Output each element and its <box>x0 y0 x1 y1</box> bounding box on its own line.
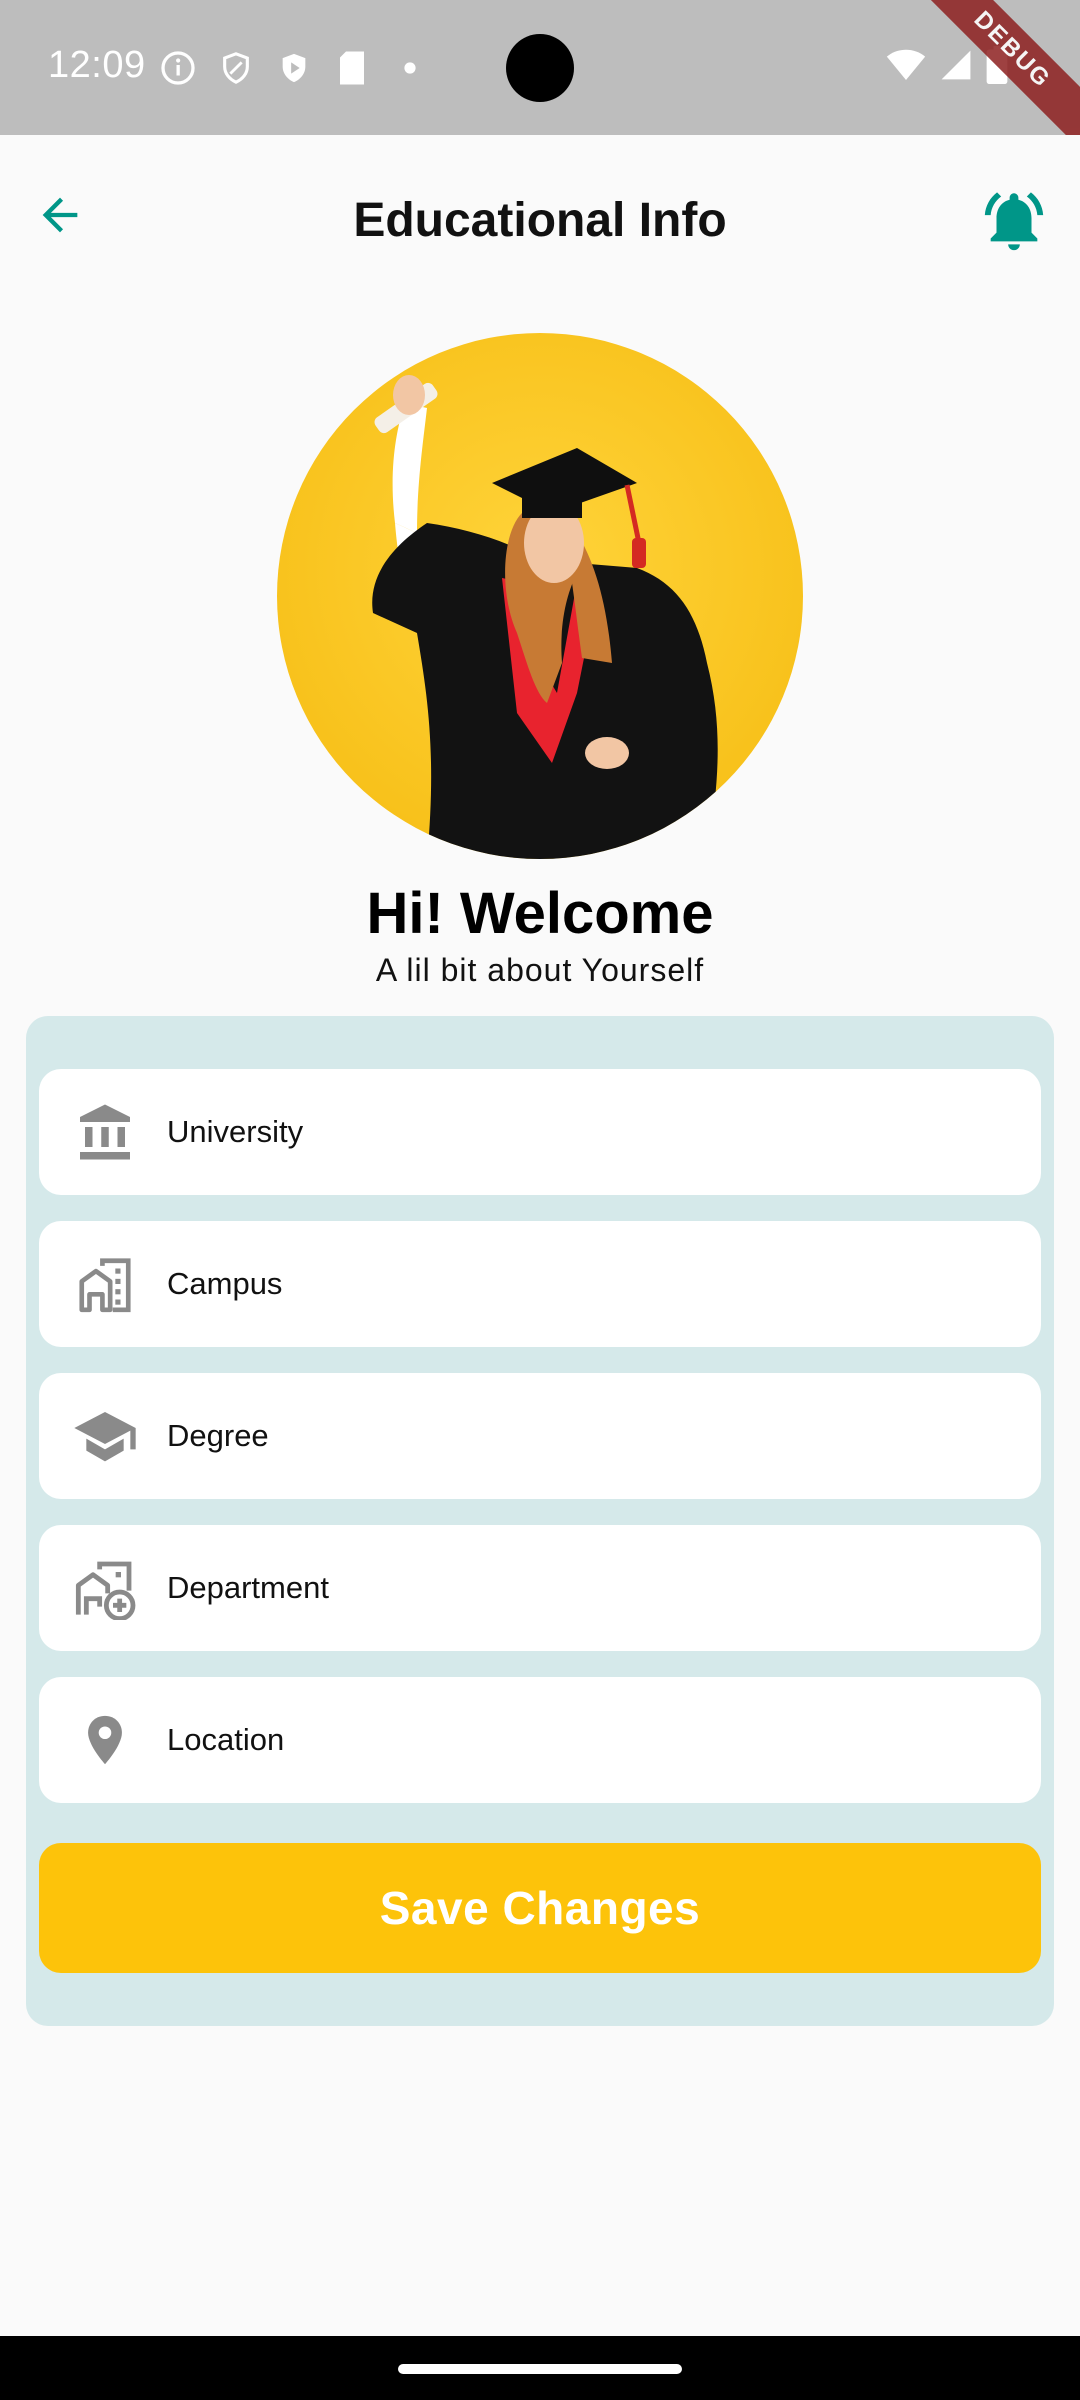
notification-bell-icon <box>979 186 1049 261</box>
university-label: University <box>167 1114 304 1149</box>
profile-avatar[interactable] <box>277 333 803 859</box>
status-icons-left <box>160 48 428 88</box>
welcome-title: Hi! Welcome <box>366 881 714 946</box>
buildings-icon <box>73 1252 137 1316</box>
school-icon <box>73 1404 137 1468</box>
system-nav-bar <box>0 2336 1080 2400</box>
location-label: Location <box>167 1722 285 1757</box>
signal-icon <box>940 48 972 87</box>
app-bar: Educational Info <box>0 135 1080 305</box>
save-changes-button[interactable]: Save Changes <box>39 1843 1041 1973</box>
campus-label: Campus <box>167 1266 283 1301</box>
degree-field[interactable]: Degree <box>39 1373 1041 1499</box>
dot-icon <box>392 50 428 86</box>
graduate-photo <box>372 375 718 859</box>
status-time: 12:09 <box>48 44 146 86</box>
educational-info-form: University Campus Degree Department Loca… <box>26 1016 1054 2026</box>
info-icon <box>160 50 196 86</box>
campus-field[interactable]: Campus <box>39 1221 1041 1347</box>
department-label: Department <box>167 1570 329 1605</box>
home-indicator[interactable] <box>398 2364 682 2374</box>
location-field[interactable]: Location <box>39 1677 1041 1803</box>
notifications-button[interactable] <box>976 185 1052 261</box>
department-field[interactable]: Department <box>39 1525 1041 1651</box>
location-pin-icon <box>73 1708 137 1772</box>
sd-card-icon <box>334 50 370 86</box>
welcome-subtitle: A lil bit about Yourself <box>375 952 705 988</box>
wifi-icon <box>886 48 926 87</box>
university-field[interactable]: University <box>39 1069 1041 1195</box>
add-home-work-icon <box>73 1556 137 1620</box>
status-bar: 12:09 DEBUG <box>0 0 1080 135</box>
play-protect-icon <box>276 50 312 86</box>
degree-label: Degree <box>167 1418 269 1453</box>
bank-icon <box>73 1100 137 1164</box>
page-title: Educational Info <box>353 194 727 247</box>
shield-icon <box>218 50 254 86</box>
camera-cutout <box>506 34 574 102</box>
